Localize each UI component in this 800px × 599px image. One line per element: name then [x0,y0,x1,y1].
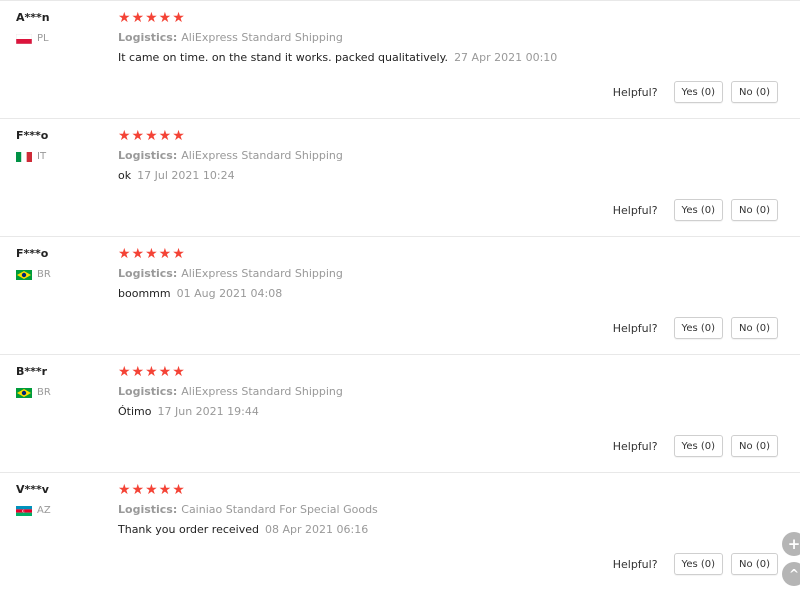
helpful-no-button[interactable]: No (0) [731,435,778,457]
review-feedback: Thank you order received 08 Apr 2021 06:1… [118,523,368,536]
helpful-section: Helpful? Yes (0) No (0) [613,553,778,575]
logistics-value: AliExpress Standard Shipping [181,149,343,162]
review-item: F***o IT ★★★★★ Logistics: AliExpress Stan… [0,118,800,236]
it-flag-icon [16,151,32,162]
helpful-section: Helpful? Yes (0) No (0) [613,199,778,221]
reviewer-country: PL [16,33,49,44]
review-feedback: boommm 01 Aug 2021 04:08 [118,287,282,300]
review-date: 17 Jun 2021 19:44 [157,405,259,418]
logistics-label: Logistics: [118,385,178,398]
reviewer-name: F***o [16,129,49,142]
country-code: PL [37,33,49,44]
star-rating: ★★★★★ [118,482,186,498]
helpful-label: Helpful? [612,557,658,571]
logistics-label: Logistics: [118,149,178,162]
logistics-info: Logistics: AliExpress Standard Shipping [118,385,343,398]
helpful-no-button[interactable]: No (0) [731,317,778,339]
helpful-yes-button[interactable]: Yes (0) [673,199,724,221]
logistics-label: Logistics: [118,503,178,516]
star-rating: ★★★★★ [118,364,186,380]
logistics-info: Logistics: AliExpress Standard Shipping [118,267,343,280]
reviewer-name: B***r [16,365,48,378]
review-date: 27 Apr 2021 00:10 [454,51,558,64]
review-item: V***v AZ ★★★★★ Logistics: Cainiao Standar… [0,472,800,590]
helpful-yes-button[interactable]: Yes (0) [673,435,724,457]
helpful-no-button[interactable]: No (0) [731,199,778,221]
country-code: IT [37,151,47,162]
chevron-up-icon[interactable]: ^ [782,562,800,586]
reviewer-country: AZ [16,505,51,516]
pl-flag-icon [16,33,32,44]
reviewer-name: F***o [16,247,49,260]
review-feedback: ok 17 Jul 2021 10:24 [118,169,235,182]
reviewer-country: IT [16,151,46,162]
plus-icon[interactable]: + [782,532,800,556]
logistics-label: Logistics: [118,31,178,44]
review-text: Thank you order received [118,523,259,536]
review-item: A***n PL ★★★★★ Logistics: AliExpress Stan… [0,0,800,118]
helpful-yes-button[interactable]: Yes (0) [673,81,724,103]
helpful-section: Helpful? Yes (0) No (0) [613,317,778,339]
logistics-value: AliExpress Standard Shipping [181,385,343,398]
star-rating: ★★★★★ [118,128,186,144]
logistics-info: Logistics: AliExpress Standard Shipping [118,149,343,162]
country-code: BR [37,269,51,280]
review-text: Ótimo [118,405,152,418]
logistics-info: Logistics: Cainiao Standard For Special G… [118,503,378,516]
reviewer-country: BR [16,387,51,398]
logistics-value: AliExpress Standard Shipping [181,31,343,44]
reviewer-name: V***v [16,483,49,496]
br-flag-icon [16,269,32,280]
helpful-section: Helpful? Yes (0) No (0) [613,435,778,457]
review-feedback: It came on time. on the stand it works. … [118,51,557,64]
country-code: BR [37,387,51,398]
review-item: F***o BR ★★★★★ Logistics: AliExpress Stan… [0,236,800,354]
helpful-label: Helpful? [612,439,658,453]
review-date: 08 Apr 2021 06:16 [265,523,369,536]
review-text: It came on time. on the stand it works. … [118,51,449,64]
helpful-label: Helpful? [612,85,658,99]
review-date: 01 Aug 2021 04:08 [176,287,283,300]
helpful-label: Helpful? [612,203,658,217]
az-flag-icon [16,505,32,516]
br-flag-icon [16,387,32,398]
review-list: A***n PL ★★★★★ Logistics: AliExpress Stan… [0,0,800,590]
review-date: 17 Jul 2021 10:24 [137,169,235,182]
logistics-value: AliExpress Standard Shipping [181,267,343,280]
helpful-yes-button[interactable]: Yes (0) [673,553,724,575]
helpful-section: Helpful? Yes (0) No (0) [613,81,778,103]
reviewer-country: BR [16,269,51,280]
helpful-label: Helpful? [612,321,658,335]
helpful-no-button[interactable]: No (0) [731,553,778,575]
review-item: B***r BR ★★★★★ Logistics: AliExpress Stan… [0,354,800,472]
review-text: ok [118,169,132,182]
star-rating: ★★★★★ [118,10,186,26]
helpful-no-button[interactable]: No (0) [731,81,778,103]
star-rating: ★★★★★ [118,246,186,262]
helpful-yes-button[interactable]: Yes (0) [673,317,724,339]
logistics-label: Logistics: [118,267,178,280]
reviewer-name: A***n [16,11,50,24]
logistics-value: Cainiao Standard For Special Goods [181,503,378,516]
review-text: boommm [118,287,171,300]
country-code: AZ [37,505,51,516]
review-feedback: Ótimo 17 Jun 2021 19:44 [118,405,259,418]
logistics-info: Logistics: AliExpress Standard Shipping [118,31,343,44]
